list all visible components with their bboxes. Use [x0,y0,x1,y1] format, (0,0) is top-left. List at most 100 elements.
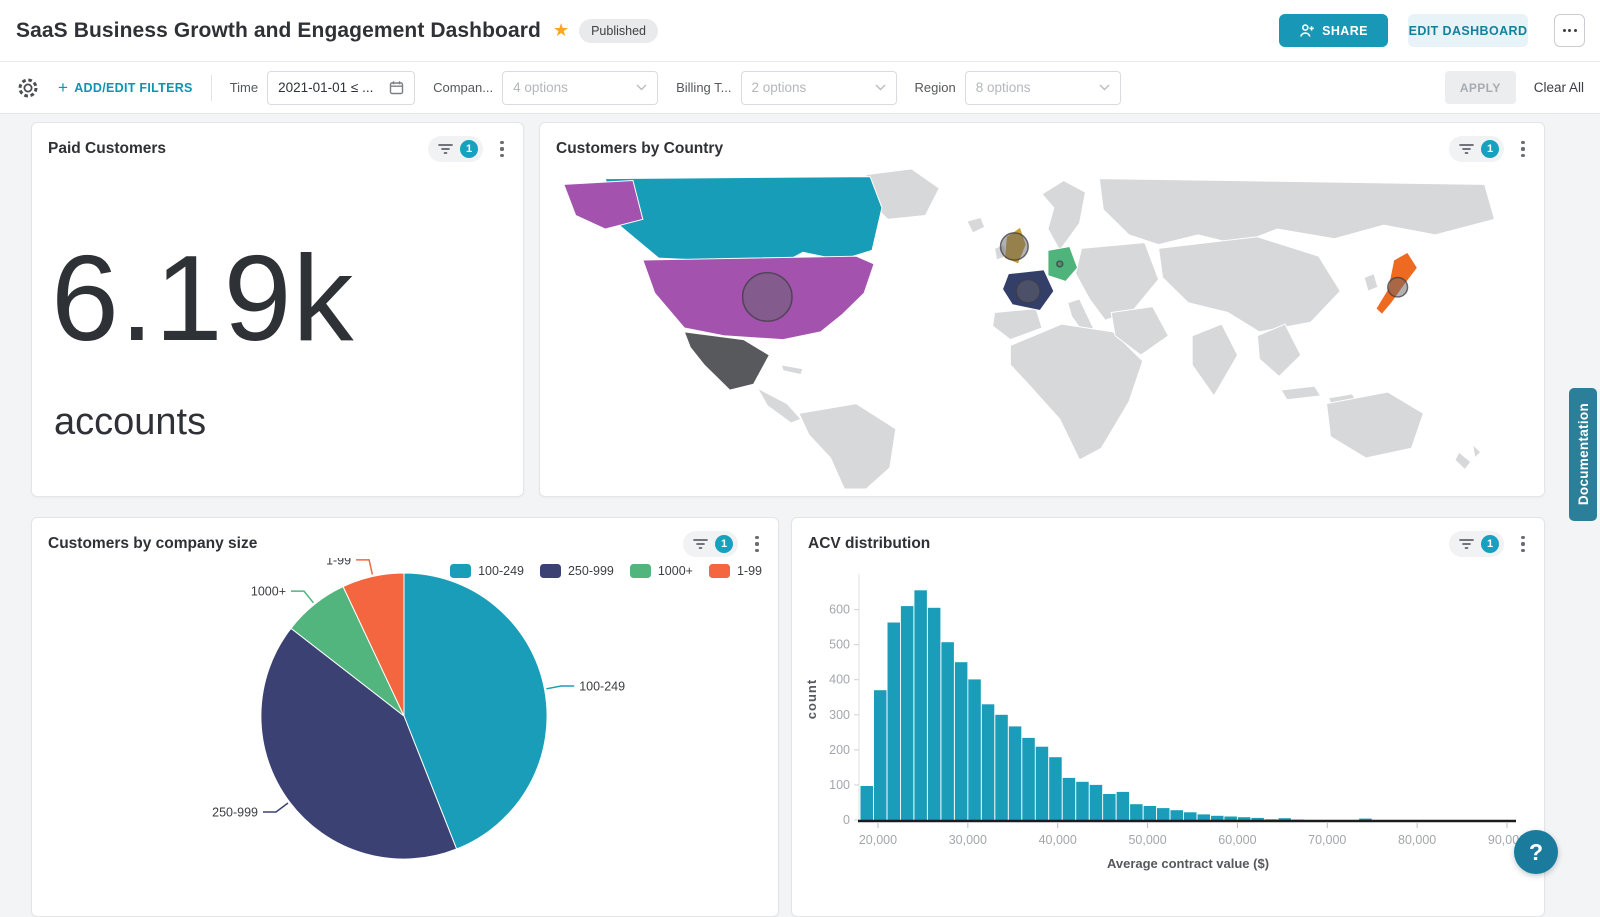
x-tick-label: 40,000 [1039,833,1077,847]
more-options-button[interactable] [1554,14,1585,47]
hist-bar[interactable] [1076,782,1089,820]
card-menu-kebab[interactable] [493,136,511,162]
map-landmass [1364,274,1378,291]
hist-bar[interactable] [914,590,927,820]
documentation-tab[interactable]: Documentation [1569,388,1597,521]
hist-bar[interactable] [1022,738,1035,820]
card-filter-chip[interactable]: 1 [1449,531,1504,557]
map-marker-united-states[interactable] [743,273,792,322]
hist-bar[interactable] [1049,757,1062,820]
hist-bar[interactable] [1184,812,1197,820]
map-marker-france[interactable] [1016,279,1040,302]
help-button[interactable]: ? [1514,830,1558,874]
filter-lines-icon [692,537,709,551]
map-landmass [1099,179,1494,245]
hist-bar[interactable] [1036,747,1049,820]
edit-dashboard-label: EDIT DASHBOARD [1409,24,1528,38]
hist-bar[interactable] [1211,816,1224,820]
hist-bar[interactable] [874,690,887,820]
edit-dashboard-button[interactable]: EDIT DASHBOARD [1408,14,1528,47]
world-map-svg [548,165,1536,490]
chevron-down-icon [875,84,886,91]
chevron-down-icon [1099,84,1110,91]
time-filter-group: Time 2021-01-01 ≤ ... [230,71,415,105]
y-tick-label: 200 [829,743,850,757]
hist-bar[interactable] [982,704,995,820]
card-menu-kebab[interactable] [1514,136,1532,162]
map-landmass [757,388,800,423]
pie-chart[interactable]: 100-249250-9991000+1-99 [40,558,680,880]
hist-bar[interactable] [1238,817,1251,820]
add-edit-filters-button[interactable]: + ADD/EDIT FILTERS [58,78,193,98]
time-filter-input[interactable]: 2021-01-01 ≤ ... [267,71,415,105]
billing-filter-label: Billing T... [676,80,731,95]
share-button[interactable]: SHARE [1279,14,1388,47]
hist-bar[interactable] [888,623,901,821]
hist-bar[interactable] [1130,804,1143,820]
map-landmass [967,217,985,233]
card-header: Paid Customers 1 [48,135,511,163]
hist-bar[interactable] [1063,778,1076,820]
pie-svg: 100-249250-9991000+1-99 [40,558,680,880]
hist-bar[interactable] [1103,794,1116,820]
time-filter-label: Time [230,80,258,95]
card-title: Customers by company size [48,535,257,553]
time-filter-value: 2021-01-01 ≤ ... [278,80,373,95]
hist-bar[interactable] [1117,792,1130,820]
company-filter-label: Compan... [433,80,493,95]
world-map-chart[interactable] [548,165,1536,490]
company-filter-select[interactable]: 4 options [502,71,658,105]
hist-bar[interactable] [861,786,874,820]
hist-bar[interactable] [1251,818,1264,820]
apply-button[interactable]: APPLY [1445,71,1516,104]
y-tick-label: 100 [829,778,850,792]
card-header: ACV distribution 1 [808,530,1532,558]
map-marker-germany[interactable] [1057,261,1063,267]
hist-bar[interactable] [1224,817,1237,821]
favorite-star-icon[interactable]: ★ [553,20,569,41]
x-tick-label: 60,000 [1218,833,1256,847]
map-country-canada[interactable] [605,177,882,264]
region-filter-select[interactable]: 8 options [965,71,1121,105]
legend-item-1-99[interactable]: 1-99 [709,564,762,578]
documentation-tab-label: Documentation [1576,403,1591,505]
map-country-mexico[interactable] [684,332,769,390]
top-header: SaaS Business Growth and Engagement Dash… [0,0,1600,62]
hist-bar[interactable] [1278,818,1291,820]
card-menu-kebab[interactable] [1514,531,1532,557]
hist-bar[interactable] [901,606,914,820]
map-marker-united-kingdom[interactable] [1001,233,1029,260]
hist-bar[interactable] [1198,814,1211,820]
card-filter-chip[interactable]: 1 [683,531,738,557]
card-menu-kebab[interactable] [748,531,766,557]
customers-by-country-card: Customers by Country 1 [539,122,1545,497]
card-title: Customers by Country [556,140,723,158]
add-edit-filters-label: ADD/EDIT FILTERS [74,81,192,95]
clear-all-button[interactable]: Clear All [1534,80,1584,95]
hist-bar[interactable] [1157,808,1170,820]
card-title: Paid Customers [48,140,166,158]
histogram-chart[interactable]: 010020030040050060020,00030,00040,00050,… [800,558,1530,888]
share-button-label: SHARE [1322,24,1368,38]
filter-count-badge: 1 [460,140,478,158]
settings-gear-icon[interactable] [16,76,40,100]
hist-bar[interactable] [968,679,981,820]
hist-bar[interactable] [1171,810,1184,820]
hist-bar[interactable] [1090,785,1103,820]
y-tick-label: 500 [829,638,850,652]
hist-bar[interactable] [995,715,1008,820]
hist-bar[interactable] [1144,806,1157,820]
map-marker-japan[interactable] [1388,278,1408,297]
x-tick-label: 50,000 [1128,833,1166,847]
card-header: Customers by company size 1 [48,530,766,558]
y-axis-title: count [804,679,819,719]
billing-filter-select[interactable]: 2 options [741,71,897,105]
hist-bar[interactable] [955,662,968,820]
card-filter-chip[interactable]: 1 [1449,136,1504,162]
status-badge: Published [579,19,658,43]
filter-lines-icon [437,142,454,156]
hist-bar[interactable] [1009,726,1022,820]
hist-bar[interactable] [928,608,941,820]
card-filter-chip[interactable]: 1 [428,136,483,162]
hist-bar[interactable] [941,642,954,820]
